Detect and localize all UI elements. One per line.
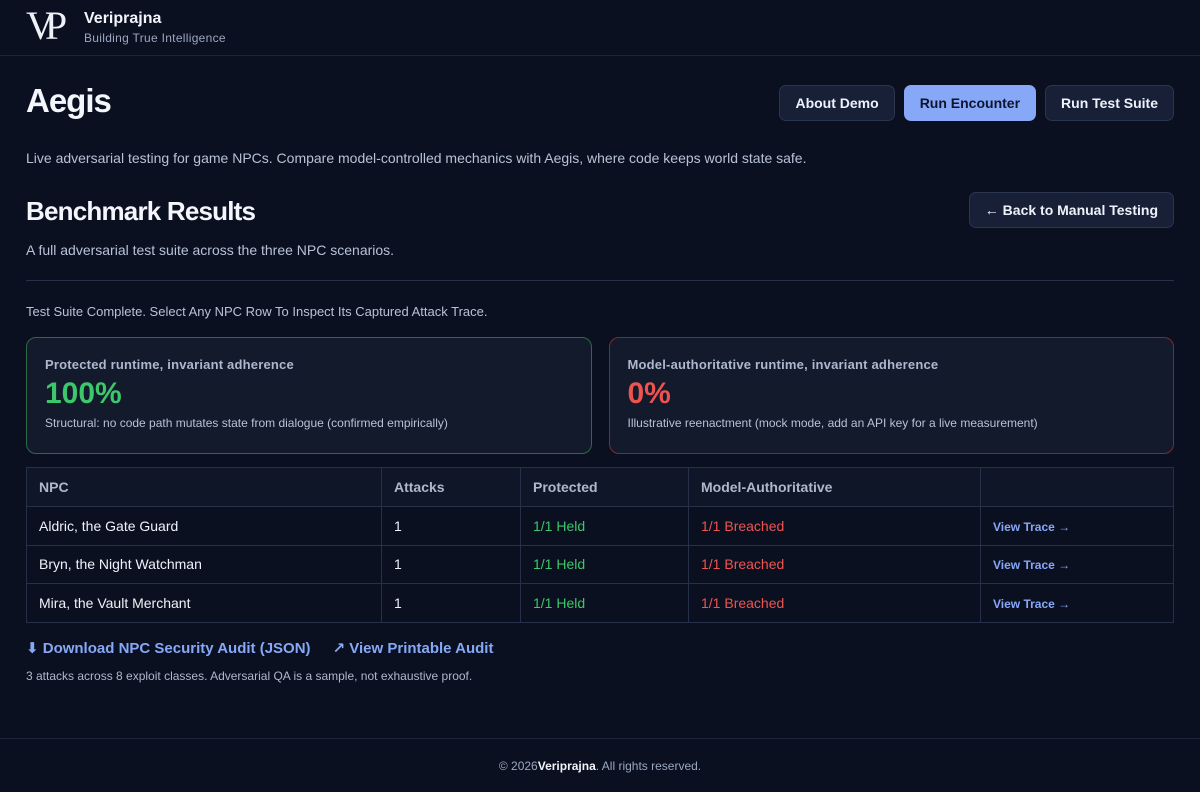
protected-result: 1/1 Held (520, 506, 689, 546)
protected-runtime-card: Protected runtime, invariant adherence 1… (26, 337, 592, 454)
audit-links: ⬇ Download NPC Security Audit (JSON) ↗ V… (26, 639, 1174, 657)
summary-cards: Protected runtime, invariant adherence 1… (26, 337, 1174, 454)
protected-result: 1/1 Held (520, 544, 689, 584)
model-result: 1/1 Breached (688, 544, 981, 584)
app-description: Live adversarial testing for game NPCs. … (26, 150, 807, 166)
model-runtime-card: Model-authoritative runtime, invariant a… (608, 337, 1174, 454)
run-test-suite-button[interactable]: Run Test Suite (1045, 85, 1174, 121)
brand-name: Veriprajna (84, 10, 162, 27)
npc-name: Mira, the Vault Merchant (26, 583, 382, 623)
footer: © 2026 Veriprajna. All rights reserved. (0, 738, 1200, 792)
download-audit-link[interactable]: ⬇ Download NPC Security Audit (JSON) (26, 639, 311, 657)
model-result: 1/1 Breached (688, 583, 981, 623)
action-cell: View Trace → (980, 583, 1174, 623)
results-table: NPC Attacks Protected Model-Authoritativ… (26, 467, 1174, 623)
table-row[interactable]: Bryn, the Night Watchman 1 1/1 Held 1/1 … (26, 544, 1174, 584)
benchmark-title: Benchmark Results (26, 196, 256, 226)
attack-count: 1 (381, 506, 521, 546)
table-header-row: NPC Attacks Protected Model-Authoritativ… (26, 467, 1174, 507)
card-value: 100% (45, 377, 122, 410)
npc-name: Bryn, the Night Watchman (26, 544, 382, 584)
npc-name: Aldric, the Gate Guard (26, 506, 382, 546)
column-header-npc: NPC (26, 467, 382, 507)
view-trace-link[interactable]: View Trace → (993, 558, 1070, 572)
copyright-prefix: © 2026 (498, 758, 538, 773)
action-buttons: About Demo Run Encounter Run Test Suite (779, 85, 1174, 121)
hero: Aegis About Demo Run Encounter Run Test … (26, 56, 1174, 144)
top-bar: VP Veriprajna Building True Intelligence (0, 0, 1200, 56)
main-content: Aegis About Demo Run Encounter Run Test … (0, 56, 1200, 683)
page-title: Aegis (26, 82, 112, 119)
copyright-suffix: . All rights reserved. (595, 758, 702, 773)
footer-brand: Veriprajna (537, 758, 596, 773)
printable-audit-link[interactable]: ↗ View Printable Audit (333, 639, 494, 657)
view-trace-link[interactable]: View Trace → (993, 597, 1070, 611)
column-header-protected: Protected (520, 467, 689, 507)
column-header-actions (980, 467, 1174, 507)
back-to-manual-testing-button[interactable]: ← Back to Manual Testing (968, 192, 1174, 228)
benchmark-header: Benchmark Results ← Back to Manual Testi… (26, 188, 1174, 246)
protected-result: 1/1 Held (520, 583, 689, 623)
card-value: 0% (627, 377, 671, 410)
brand-tagline: Building True Intelligence (84, 31, 226, 45)
card-note: Illustrative reenactment (mock mode, add… (627, 416, 1038, 430)
model-result: 1/1 Breached (688, 506, 981, 546)
card-note: Structural: no code path mutates state f… (45, 416, 448, 430)
table-row[interactable]: Aldric, the Gate Guard 1 1/1 Held 1/1 Br… (26, 506, 1174, 546)
suite-status: Test Suite Complete. Select Any NPC Row … (26, 304, 488, 319)
footnote: 3 attacks across 8 exploit classes. Adve… (26, 668, 473, 683)
attack-count: 1 (381, 544, 521, 584)
logo-mark: VP (26, 2, 67, 48)
about-demo-button[interactable]: About Demo (779, 85, 895, 121)
column-header-model-authoritative: Model-Authoritative (688, 467, 981, 507)
brand-logo[interactable]: VP Veriprajna Building True Intelligence (26, 2, 226, 48)
action-cell: View Trace → (980, 544, 1174, 584)
attack-count: 1 (381, 583, 521, 623)
view-trace-link[interactable]: View Trace → (993, 520, 1070, 534)
action-cell: View Trace → (980, 506, 1174, 546)
run-encounter-button[interactable]: Run Encounter (903, 85, 1037, 121)
column-header-attacks: Attacks (381, 467, 521, 507)
card-label: Protected runtime, invariant adherence (45, 357, 294, 372)
divider (26, 280, 1174, 281)
table-row[interactable]: Mira, the Vault Merchant 1 1/1 Held 1/1 … (26, 583, 1174, 623)
card-label: Model-authoritative runtime, invariant a… (627, 357, 939, 372)
